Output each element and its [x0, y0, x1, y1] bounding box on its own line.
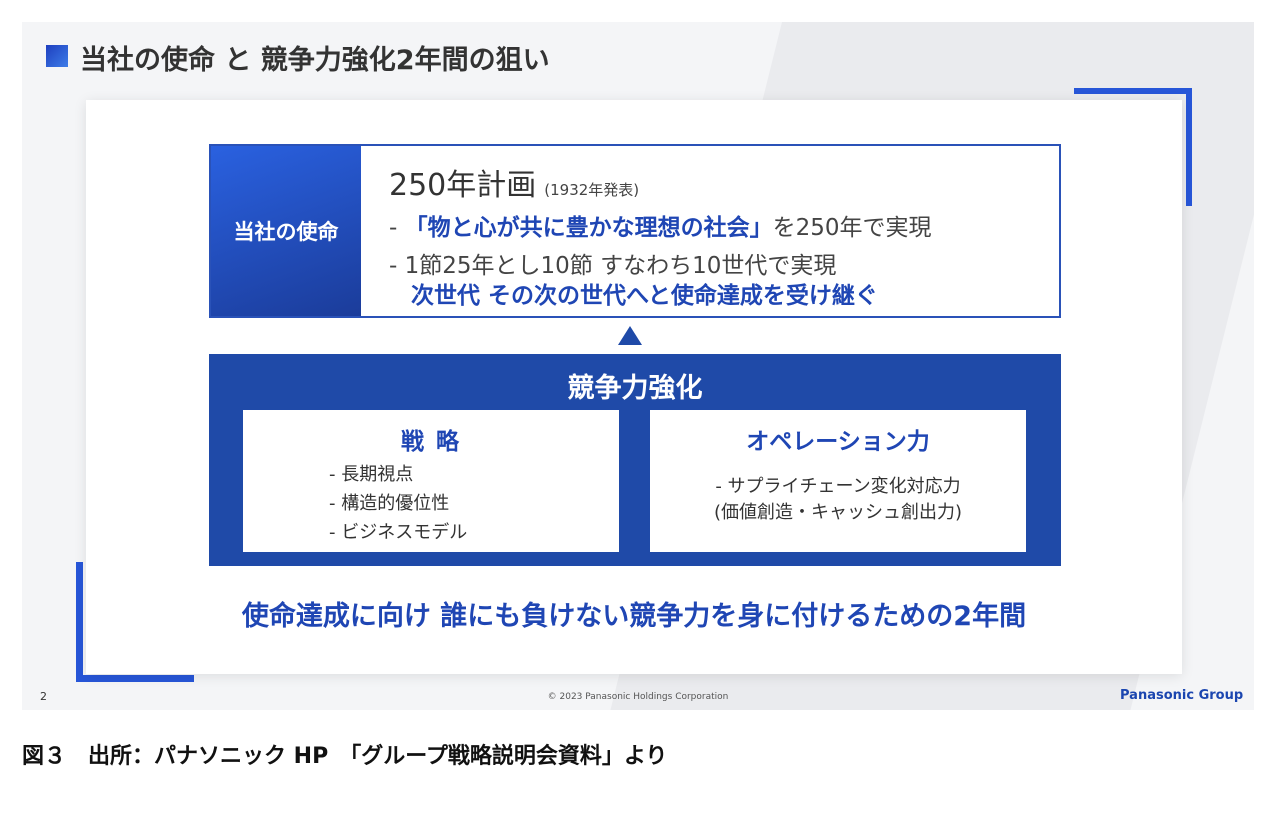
- plan-note: (1932年発表): [544, 181, 640, 199]
- content-panel: 当社の使命 250年計画 (1932年発表) - 「物と心が共に豊かな理想の社会」…: [86, 100, 1182, 674]
- bullet1-suffix: を250年で実現: [772, 215, 932, 241]
- title-square-icon: [46, 45, 68, 67]
- strategy-box: 戦 略 - 長期視点 - 構造的優位性 - ビジネスモデル: [243, 410, 619, 552]
- slide: 当社の使命 と 競争力強化2年間の狙い 当社の使命 250年計画 (1932年発表…: [22, 22, 1254, 710]
- mission-bullet-2-sub: 次世代 その次の世代へと使命達成を受け継ぐ: [411, 283, 878, 309]
- operation-heading: オペレーション力: [746, 429, 930, 455]
- list-item: - ビジネスモデル: [329, 522, 468, 543]
- copyright: © 2023 Panasonic Holdings Corporation: [547, 692, 729, 702]
- plan-title-text: 250年計画: [389, 168, 537, 203]
- plan-title: 250年計画 (1932年発表): [389, 160, 639, 204]
- tagline: 使命達成に向け 誰にも負けない競争力を身に付けるための2年間: [241, 601, 1027, 632]
- slide-title: 当社の使命 と 競争力強化2年間の狙い: [80, 45, 550, 76]
- list-item: - サプライチェーン変化対応力: [715, 476, 961, 497]
- competitiveness-box: 競争力強化 戦 略 - 長期視点 - 構造的優位性 - ビジネスモデル オペレー…: [209, 354, 1061, 566]
- list-item: - 長期視点: [329, 464, 414, 485]
- strategy-heading: 戦 略: [400, 429, 461, 455]
- arrow-up-icon: [618, 326, 642, 345]
- mission-box: 当社の使命 250年計画 (1932年発表) - 「物と心が共に豊かな理想の社会」…: [209, 144, 1061, 318]
- operation-box: オペレーション力 - サプライチェーン変化対応力 (価値創造・キャッシュ創出力): [650, 410, 1026, 552]
- mission-label-box: 当社の使命: [211, 146, 361, 316]
- list-item: - 構造的優位性: [329, 493, 450, 514]
- bullet1-prefix: -: [389, 215, 405, 241]
- mission-bullet-2: - 1節25年とし10節 すなわち10世代で実現: [389, 253, 837, 279]
- figure-caption: 図３ 出所：パナソニック HP 「グループ戦略説明会資料」より: [22, 744, 668, 769]
- bullet1-emphasis: 「物と心が共に豊かな理想の社会」: [404, 215, 773, 241]
- brand-logo-text: Panasonic Group: [1120, 688, 1244, 703]
- mission-bullet-1: - 「物と心が共に豊かな理想の社会」を250年で実現: [389, 208, 932, 242]
- mission-label: 当社の使命: [233, 220, 339, 244]
- strategy-items: - 長期視点 - 構造的優位性 - ビジネスモデル: [329, 460, 467, 547]
- operation-items: - サプライチェーン変化対応力 (価値創造・キャッシュ創出力): [650, 474, 1026, 526]
- list-item: (価値創造・キャッシュ創出力): [713, 502, 963, 523]
- competitiveness-title: 競争力強化: [567, 373, 703, 404]
